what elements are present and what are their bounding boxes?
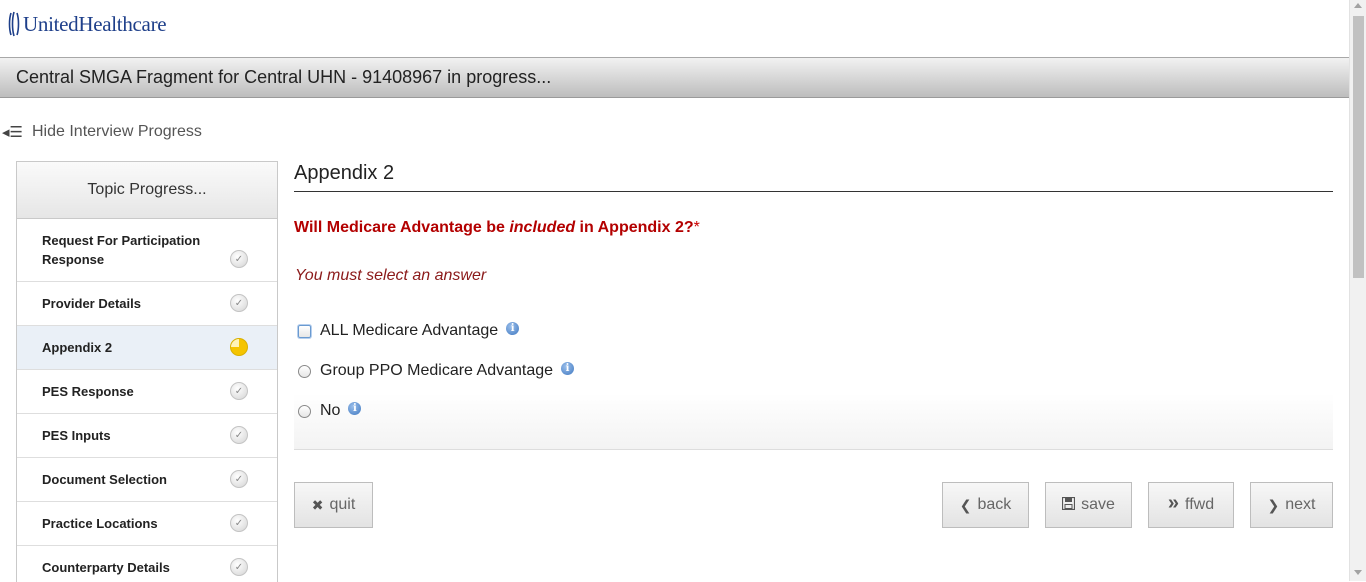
topic-progress-header: Topic Progress... bbox=[17, 162, 277, 219]
topic-item-document-selection[interactable]: Document Selection ✓ bbox=[17, 458, 277, 502]
topic-item-request-for-participation-response[interactable]: Request For Participation Response ✓ bbox=[17, 219, 277, 282]
section-title: Appendix 2 bbox=[294, 162, 395, 184]
topic-item-label: Counterparty Details bbox=[42, 560, 170, 575]
floppy-disk-icon bbox=[1061, 496, 1076, 513]
required-asterisk: * bbox=[693, 219, 700, 236]
logo-text: UnitedHealthcare bbox=[23, 11, 167, 36]
complete-check-icon: ✓ bbox=[230, 470, 248, 488]
quit-label: quit bbox=[329, 496, 356, 513]
info-icon[interactable]: i bbox=[561, 361, 575, 375]
topic-item-appendix-2[interactable]: Appendix 2 bbox=[17, 326, 277, 370]
radio-no[interactable] bbox=[298, 404, 311, 418]
option-group-ppo-medicare-advantage[interactable]: Group PPO Medicare Advantage i bbox=[294, 361, 575, 380]
topic-item-label: PES Response bbox=[42, 384, 134, 399]
topic-item-label: Appendix 2 bbox=[42, 340, 113, 355]
question-emphasis: included bbox=[509, 219, 576, 236]
question-text: Will Medicare Advantage be included in A… bbox=[294, 219, 700, 237]
topic-item-label: Document Selection bbox=[42, 472, 167, 487]
radio-group-ppo-medicare-advantage[interactable] bbox=[298, 364, 311, 378]
next-label: next bbox=[1285, 496, 1316, 513]
topic-item-pes-response[interactable]: PES Response ✓ bbox=[17, 370, 277, 414]
scroll-down-arrow-icon[interactable] bbox=[1354, 570, 1362, 575]
option-label[interactable]: ALL Medicare Advantage bbox=[320, 322, 498, 340]
topic-item-label: Provider Details bbox=[42, 296, 141, 311]
topic-item-label: Request For Participation Response bbox=[42, 233, 201, 267]
close-x-icon: ✖ bbox=[311, 496, 324, 513]
hide-interview-progress-label: Hide Interview Progress bbox=[32, 123, 202, 140]
back-button[interactable]: ❮ back bbox=[942, 482, 1029, 528]
save-label: save bbox=[1081, 496, 1115, 513]
topic-item-label: PES Inputs bbox=[42, 428, 111, 443]
info-icon[interactable]: i bbox=[506, 321, 520, 335]
answer-options: ALL Medicare Advantage i Group PPO Medic… bbox=[294, 310, 1333, 450]
next-button[interactable]: ❯ next bbox=[1250, 482, 1333, 528]
scroll-thumb[interactable] bbox=[1353, 16, 1364, 278]
option-no[interactable]: No i bbox=[294, 401, 362, 420]
logo-mark-icon bbox=[8, 11, 20, 37]
hide-interview-progress-toggle[interactable]: ◂☰ Hide Interview Progress bbox=[0, 123, 202, 141]
double-chevron-right-icon: » bbox=[1167, 492, 1180, 514]
question-prefix: Will Medicare Advantage be bbox=[294, 219, 510, 236]
option-all-medicare-advantage[interactable]: ALL Medicare Advantage i bbox=[294, 321, 520, 340]
unitedhealthcare-logo: UnitedHealthcare bbox=[8, 10, 167, 38]
save-button[interactable]: save bbox=[1045, 482, 1132, 528]
scroll-up-arrow-icon[interactable] bbox=[1354, 3, 1362, 8]
in-progress-pie-icon bbox=[230, 338, 248, 356]
page-scrollbar[interactable] bbox=[1349, 0, 1366, 581]
quit-button[interactable]: ✖ quit bbox=[294, 482, 373, 528]
interview-title: Central SMGA Fragment for Central UHN - … bbox=[16, 67, 552, 87]
interview-title-bar: Central SMGA Fragment for Central UHN - … bbox=[0, 57, 1349, 98]
ffwd-button[interactable]: » ffwd bbox=[1148, 482, 1234, 528]
topic-item-pes-inputs[interactable]: PES Inputs ✓ bbox=[17, 414, 277, 458]
back-label: back bbox=[977, 496, 1012, 513]
chevron-left-icon: ❮ bbox=[959, 496, 972, 513]
complete-check-icon: ✓ bbox=[230, 294, 248, 312]
complete-check-icon: ✓ bbox=[230, 382, 248, 400]
section-divider bbox=[294, 191, 1333, 192]
option-label[interactable]: No bbox=[320, 402, 340, 420]
radio-all-medicare-advantage[interactable] bbox=[298, 324, 311, 338]
option-label[interactable]: Group PPO Medicare Advantage bbox=[320, 362, 553, 380]
complete-check-icon: ✓ bbox=[230, 514, 248, 532]
complete-check-icon: ✓ bbox=[230, 250, 248, 268]
question-suffix: in Appendix 2? bbox=[575, 219, 694, 236]
collapse-menu-icon: ◂☰ bbox=[2, 124, 23, 141]
topic-item-counterparty-details[interactable]: Counterparty Details ✓ bbox=[17, 546, 277, 582]
topic-item-provider-details[interactable]: Provider Details ✓ bbox=[17, 282, 277, 326]
chevron-right-icon: ❯ bbox=[1267, 496, 1280, 513]
topic-item-practice-locations[interactable]: Practice Locations ✓ bbox=[17, 502, 277, 546]
info-icon[interactable]: i bbox=[348, 401, 362, 415]
complete-check-icon: ✓ bbox=[230, 558, 248, 576]
topic-item-label: Practice Locations bbox=[42, 516, 158, 531]
complete-check-icon: ✓ bbox=[230, 426, 248, 444]
validation-error: You must select an answer bbox=[295, 267, 487, 284]
topic-progress-panel: Topic Progress... Request For Participat… bbox=[16, 161, 278, 582]
ffwd-label: ffwd bbox=[1185, 496, 1215, 513]
